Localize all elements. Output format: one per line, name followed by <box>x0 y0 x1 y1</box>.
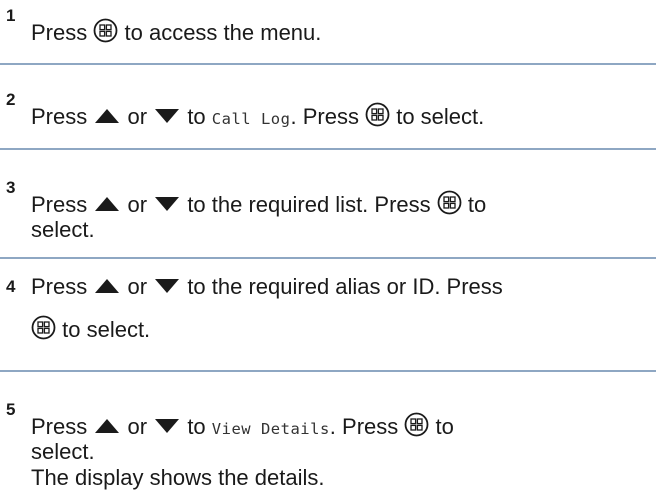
step-number: 2 <box>6 90 16 109</box>
menu-ok-button-icon <box>405 412 429 437</box>
step-text: Press or to Call Log. Press to select. <box>31 102 485 129</box>
step-text: Press to access the menu. <box>31 18 322 45</box>
down-arrow-icon <box>155 197 180 211</box>
menu-item-call-log: Call Log <box>211 110 291 128</box>
menu-ok-button-icon <box>365 102 390 127</box>
up-arrow-icon <box>95 197 120 211</box>
step-number: 4 <box>6 277 16 296</box>
up-arrow-icon <box>95 109 120 123</box>
up-arrow-icon <box>95 279 120 293</box>
step-number: 5 <box>6 400 16 419</box>
step-result: The display shows the details. <box>31 465 325 490</box>
down-arrow-icon <box>155 279 180 293</box>
divider <box>0 370 656 372</box>
down-arrow-icon <box>155 419 180 433</box>
divider <box>0 257 656 259</box>
step-text-continued: select. <box>31 217 95 242</box>
up-arrow-icon <box>95 419 120 433</box>
menu-ok-button-icon <box>437 190 462 215</box>
step-number: 1 <box>6 6 16 25</box>
step-text: Press or to the required list. Press to <box>31 190 487 217</box>
menu-ok-button-icon <box>31 315 56 340</box>
step-text: Press or to the required alias or ID. Pr… <box>31 274 503 299</box>
divider <box>0 63 656 65</box>
divider <box>0 148 656 150</box>
down-arrow-icon <box>155 109 180 123</box>
step-number: 3 <box>6 178 16 197</box>
menu-item-view-details: View Details <box>211 420 330 438</box>
step-text-continued: to select. <box>31 315 150 345</box>
menu-ok-button-icon <box>93 18 118 43</box>
